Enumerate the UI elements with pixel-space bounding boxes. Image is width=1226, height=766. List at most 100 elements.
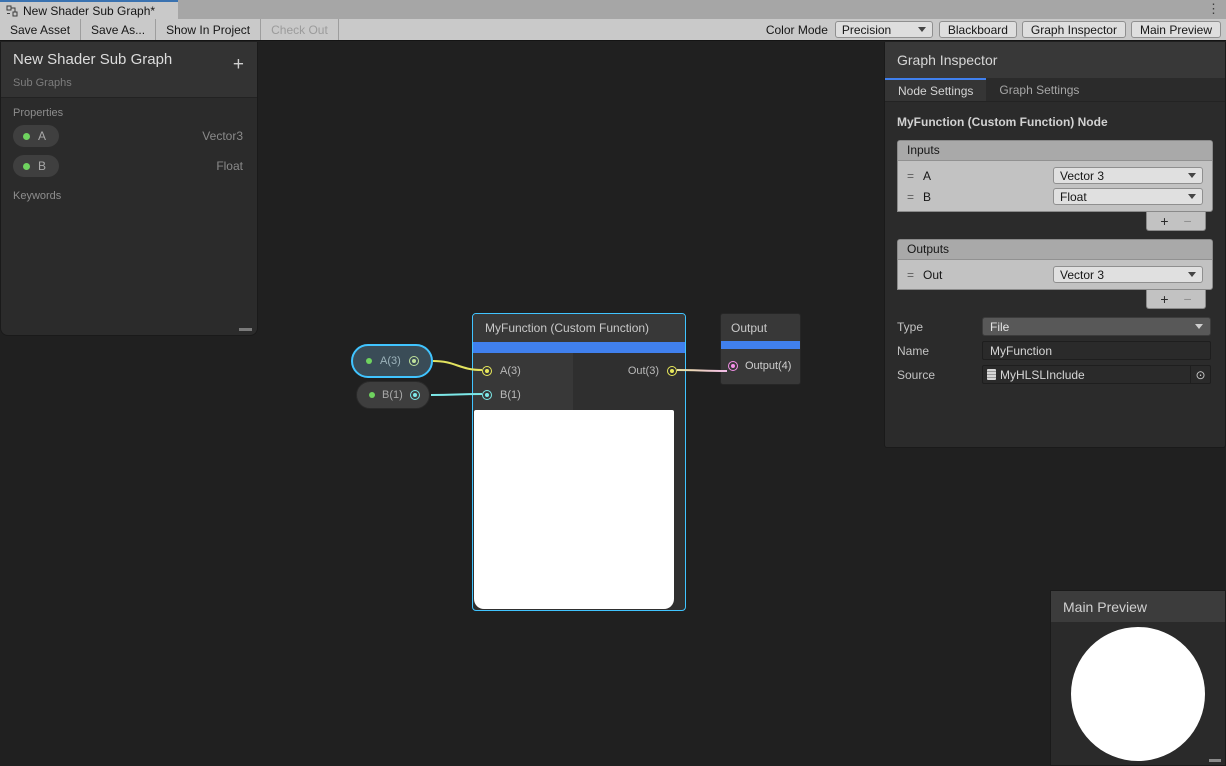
blackboard-header: New Shader Sub Graph Sub Graphs +	[1, 42, 257, 98]
exposed-dot-icon	[23, 163, 30, 170]
node-slots: A(3) B(1) Out(3)	[473, 353, 685, 410]
out-label: Out(3)	[628, 365, 659, 377]
input-b-label: B(1)	[500, 389, 521, 401]
object-picker-icon[interactable]: ⊙	[1190, 366, 1210, 383]
type-label: Type	[897, 320, 982, 334]
source-value: MyHLSLInclude	[1000, 368, 1190, 382]
node-a-label: A(3)	[380, 355, 401, 367]
add-property-button[interactable]: +	[233, 58, 244, 72]
output-slots: Out(3)	[573, 353, 685, 410]
input-slot-output: Output(4)	[721, 349, 800, 383]
outputs-list-footer: + −	[885, 290, 1225, 309]
input-name: B	[923, 190, 1044, 204]
type-value: File	[990, 320, 1009, 334]
node-title[interactable]: Output	[721, 314, 800, 341]
remove-output-button[interactable]: −	[1184, 291, 1192, 307]
name-field-row: Name MyFunction	[897, 341, 1211, 360]
drag-handle-icon[interactable]: =	[907, 169, 914, 183]
color-mode-dropdown[interactable]: Precision	[835, 21, 933, 38]
main-toolbar: Save Asset Save As... Show In Project Ch…	[0, 19, 1226, 41]
chevron-down-icon	[1188, 194, 1196, 199]
graph-inspector-toggle-button[interactable]: Graph Inspector	[1022, 21, 1126, 38]
resize-handle[interactable]	[1209, 759, 1221, 762]
input-name: A	[923, 169, 1044, 183]
preview-sphere	[1071, 627, 1205, 761]
port-icon[interactable]	[410, 390, 420, 400]
inspector-title: Graph Inspector	[885, 42, 1225, 78]
output-row-out[interactable]: = Out Vector 3	[898, 264, 1212, 285]
input-row-b[interactable]: = B Float	[898, 186, 1212, 207]
resize-handle[interactable]	[239, 328, 252, 331]
port-icon[interactable]	[409, 356, 419, 366]
input-row-a[interactable]: = A Vector 3	[898, 165, 1212, 186]
add-input-button[interactable]: +	[1160, 213, 1168, 229]
color-mode-label: Color Mode	[766, 23, 828, 37]
property-pill-a[interactable]: A	[13, 125, 59, 147]
property-type: Float	[216, 159, 243, 173]
inspected-node-header: MyFunction (Custom Function) Node	[885, 102, 1225, 140]
output-node[interactable]: Output Output(4)	[720, 313, 801, 385]
property-node-b[interactable]: B(1)	[356, 381, 430, 409]
blackboard-title: New Shader Sub Graph	[13, 51, 245, 68]
property-name: B	[38, 159, 46, 173]
property-type: Vector3	[202, 129, 243, 143]
inspector-tabs: Node Settings Graph Settings	[885, 78, 1225, 102]
input-slot-b: B(1)	[473, 383, 573, 407]
port-icon[interactable]	[667, 366, 677, 376]
property-row: A Vector3	[1, 121, 257, 151]
custom-function-node[interactable]: MyFunction (Custom Function) A(3) B(1) O…	[472, 313, 686, 611]
exposed-dot-icon	[369, 392, 375, 398]
add-output-button[interactable]: +	[1160, 291, 1168, 307]
main-preview-panel: Main Preview	[1050, 590, 1226, 766]
inputs-list-header: Inputs	[898, 141, 1212, 161]
save-as-button[interactable]: Save As...	[81, 19, 156, 40]
save-asset-button[interactable]: Save Asset	[0, 19, 81, 40]
node-color-strip	[473, 342, 685, 353]
remove-input-button[interactable]: −	[1184, 213, 1192, 229]
properties-section-label: Properties	[1, 98, 257, 121]
property-pill-b[interactable]: B	[13, 155, 59, 177]
node-title[interactable]: MyFunction (Custom Function)	[473, 314, 685, 342]
outputs-list: Outputs = Out Vector 3	[897, 239, 1213, 290]
port-icon[interactable]	[728, 361, 738, 371]
input-type-dropdown[interactable]: Float	[1053, 188, 1203, 205]
source-field-row: Source MyHLSLInclude ⊙	[897, 365, 1211, 384]
show-in-project-button[interactable]: Show In Project	[156, 19, 261, 40]
exposed-dot-icon	[23, 133, 30, 140]
shader-graph-icon	[6, 5, 18, 17]
main-preview-title: Main Preview	[1051, 591, 1225, 622]
type-field-row: Type File	[897, 317, 1211, 336]
blackboard-subtitle: Sub Graphs	[13, 77, 245, 89]
source-label: Source	[897, 368, 982, 382]
color-mode-value: Precision	[842, 23, 891, 37]
type-dropdown[interactable]: File	[982, 317, 1211, 336]
output-slot-out: Out(3)	[573, 359, 685, 383]
source-object-field[interactable]: MyHLSLInclude ⊙	[982, 365, 1211, 384]
input-slot-a: A(3)	[473, 359, 573, 383]
property-row: B Float	[1, 151, 257, 181]
tab-shader-sub-graph[interactable]: New Shader Sub Graph*	[0, 0, 178, 19]
input-type-dropdown[interactable]: Vector 3	[1053, 167, 1203, 184]
check-out-button: Check Out	[261, 19, 339, 40]
node-color-strip	[721, 341, 800, 349]
input-type-value: Float	[1060, 190, 1087, 204]
window-menu-icon[interactable]: ⋮	[1207, 1, 1220, 17]
port-icon[interactable]	[482, 366, 492, 376]
input-a-label: A(3)	[500, 365, 521, 377]
port-icon[interactable]	[482, 390, 492, 400]
property-node-a[interactable]: A(3)	[351, 344, 433, 378]
blackboard-toggle-button[interactable]: Blackboard	[939, 21, 1017, 38]
drag-handle-icon[interactable]: =	[907, 190, 914, 204]
node-b-label: B(1)	[382, 389, 403, 401]
output-name: Out	[923, 268, 1044, 282]
input-type-value: Vector 3	[1060, 169, 1104, 183]
drag-handle-icon[interactable]: =	[907, 268, 914, 282]
main-preview-toggle-button[interactable]: Main Preview	[1131, 21, 1221, 38]
property-name: A	[38, 129, 46, 143]
tab-title: New Shader Sub Graph*	[23, 4, 155, 18]
tab-graph-settings[interactable]: Graph Settings	[986, 78, 1092, 101]
output-type-dropdown[interactable]: Vector 3	[1053, 266, 1203, 283]
function-name-input[interactable]: MyFunction	[982, 341, 1211, 360]
tab-node-settings[interactable]: Node Settings	[885, 78, 986, 101]
chevron-down-icon	[1188, 173, 1196, 178]
